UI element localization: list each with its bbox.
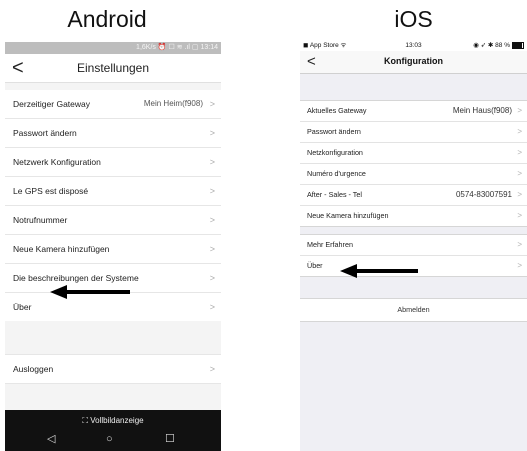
chevron-right-icon: > xyxy=(209,244,215,254)
page-title: Einstellungen xyxy=(76,61,150,75)
ios-status-bar: ◼ App Store ᯤ 13:03 ◉ ➶ ✱ 88 % xyxy=(300,40,527,51)
settings-item-label: Le GPS est disposé xyxy=(13,186,89,196)
arrow-pointer-icon xyxy=(50,285,130,299)
settings-item-label: Passwort ändern xyxy=(13,128,77,138)
chevron-right-icon: > xyxy=(517,261,522,270)
chevron-right-icon: > xyxy=(517,211,522,220)
settings-item-label: Neue Kamera hinzufügen xyxy=(307,211,389,220)
settings-item-label: Die beschreibungen der Systeme xyxy=(13,273,139,283)
logout-button[interactable]: Ausloggen > xyxy=(5,354,221,384)
android-navigation-bar: ⛶ Vollbildanzeige ◁ ○ ☐ xyxy=(5,410,221,451)
settings-item-emergency[interactable]: Numéro d'urgence > xyxy=(300,164,527,185)
settings-item-value: Mein Haus(f908) xyxy=(452,106,512,115)
settings-item-label: Netzkonfiguration xyxy=(307,148,363,157)
settings-item-password[interactable]: Passwort ändern > xyxy=(5,119,221,148)
logout-button[interactable]: Abmelden xyxy=(300,298,527,322)
settings-item-label: Neue Kamera hinzufügen xyxy=(13,244,110,254)
settings-item-gateway[interactable]: Aktuelles Gateway Mein Haus(f908) > xyxy=(300,101,527,122)
chevron-right-icon: > xyxy=(209,364,215,374)
settings-item-value: 0574-83007591 xyxy=(455,190,512,199)
nav-home-icon[interactable]: ○ xyxy=(106,433,113,445)
android-screen: 1,6K/s ⏰ ☐ ≋ .ıl ▢ 13:14 < Einstellungen… xyxy=(5,42,221,451)
settings-item-gps[interactable]: Le GPS est disposé > xyxy=(5,177,221,206)
chevron-right-icon: > xyxy=(517,148,522,157)
settings-item-label: Derzeitiger Gateway xyxy=(13,99,91,109)
settings-item-network[interactable]: Netzwerk Konfiguration > xyxy=(5,148,221,177)
chevron-right-icon: > xyxy=(209,215,215,225)
ios-screen: ◼ App Store ᯤ 13:03 ◉ ➶ ✱ 88 % < Konfigu… xyxy=(300,40,527,451)
settings-item-gateway[interactable]: Derzeitiger Gateway Mein Heim(f908) > xyxy=(5,90,221,119)
android-status-bar: 1,6K/s ⏰ ☐ ≋ .ıl ▢ 13:14 xyxy=(5,42,221,54)
chevron-right-icon: > xyxy=(517,169,522,178)
settings-item-more-info[interactable]: Mehr Erfahren > xyxy=(300,235,527,256)
ios-header: < Konfiguration xyxy=(300,51,527,74)
settings-item-network[interactable]: Netzkonfiguration > xyxy=(300,143,527,164)
chevron-right-icon: > xyxy=(209,157,215,167)
android-caption: Android xyxy=(67,6,147,32)
chevron-right-icon: > xyxy=(209,128,215,138)
ios-settings-section-1: Aktuelles Gateway Mein Haus(f908) > Pass… xyxy=(300,100,527,227)
chevron-right-icon: > xyxy=(209,99,215,109)
chevron-right-icon: > xyxy=(517,190,522,199)
android-header: < Einstellungen xyxy=(5,54,221,83)
arrow-pointer-icon xyxy=(340,264,418,278)
settings-item-password[interactable]: Passwort ändern > xyxy=(300,122,527,143)
logout-label: Ausloggen xyxy=(13,364,54,374)
chevron-right-icon: > xyxy=(517,106,522,115)
settings-item-label: Mehr Erfahren xyxy=(307,240,353,249)
nav-recent-icon[interactable]: ☐ xyxy=(165,433,175,445)
chevron-right-icon: > xyxy=(209,273,215,283)
settings-item-label: Passwort ändern xyxy=(307,127,361,136)
settings-item-after-sales[interactable]: After - Sales - Tel 0574-83007591 > xyxy=(300,185,527,206)
settings-item-label: After - Sales - Tel xyxy=(307,190,362,199)
page-title: Konfiguration xyxy=(384,56,443,66)
settings-item-label: Notrufnummer xyxy=(13,215,68,225)
settings-item-add-camera[interactable]: Neue Kamera hinzufügen > xyxy=(300,206,527,226)
battery-icon xyxy=(512,41,524,49)
settings-item-label: Über xyxy=(13,302,32,312)
settings-item-label: Aktuelles Gateway xyxy=(307,106,367,115)
chevron-right-icon: > xyxy=(517,127,522,136)
settings-item-label: Über xyxy=(307,261,323,270)
settings-item-add-camera[interactable]: Neue Kamera hinzufügen > xyxy=(5,235,221,264)
settings-item-label: Numéro d'urgence xyxy=(307,169,366,178)
settings-item-label: Netzwerk Konfiguration xyxy=(13,157,101,167)
settings-item-value: Mein Heim(f908) xyxy=(143,99,203,108)
chevron-right-icon: > xyxy=(209,302,215,312)
chevron-right-icon: > xyxy=(517,240,522,249)
status-right: ◉ ➶ ✱ 88 % xyxy=(473,40,524,51)
ios-caption: iOS xyxy=(394,6,433,32)
chevron-right-icon: > xyxy=(209,186,215,196)
fullscreen-button[interactable]: ⛶ Vollbildanzeige xyxy=(5,416,221,426)
nav-back-icon[interactable]: ◁ xyxy=(47,433,55,445)
settings-item-emergency[interactable]: Notrufnummer > xyxy=(5,206,221,235)
